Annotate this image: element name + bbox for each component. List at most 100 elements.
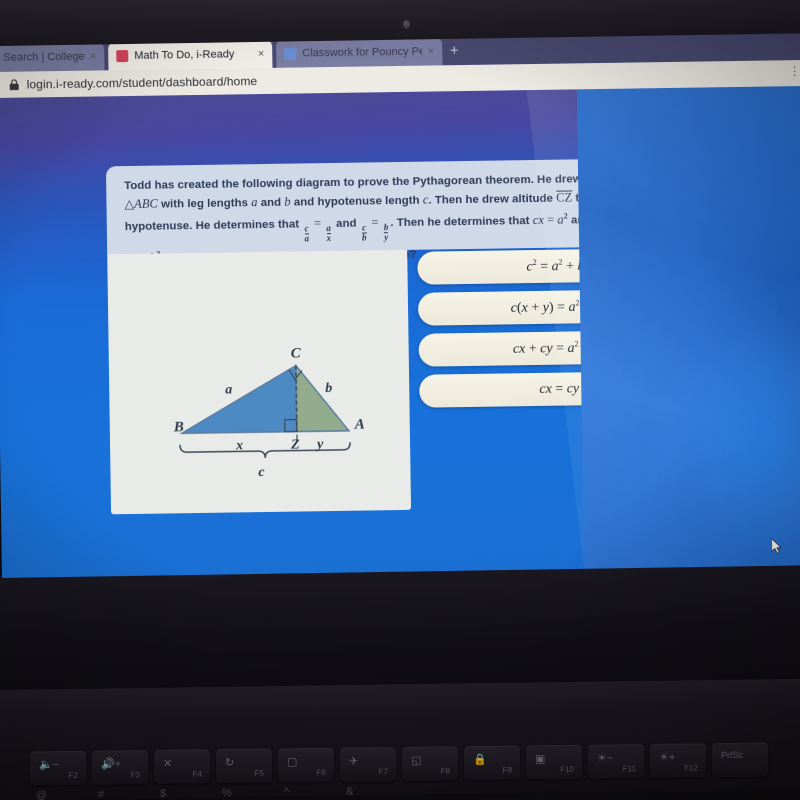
key-f2-label: F2 bbox=[68, 770, 78, 781]
tab-label: Classwork for Pouncy Period 1 bbox=[302, 45, 422, 59]
laptop-photo: n Search | College × Math To Do, i-Ready… bbox=[0, 0, 800, 800]
key-f4-label: F4 bbox=[192, 769, 202, 779]
key-f10-label: F10 bbox=[560, 764, 574, 775]
webcam-icon bbox=[403, 20, 410, 29]
classroom-favicon bbox=[284, 47, 297, 60]
label-vertex-a: A bbox=[354, 417, 365, 433]
key-amp[interactable]: & bbox=[346, 786, 353, 798]
fraction-a-over-x: ax bbox=[326, 222, 332, 243]
answer-choice-4[interactable]: cx = cy bbox=[419, 370, 585, 408]
key-f4[interactable]: ✕ F4 bbox=[154, 749, 210, 784]
chrome-menu-icon[interactable]: ⋮ bbox=[788, 64, 800, 78]
q-l3b: and bbox=[332, 217, 360, 230]
key-f12[interactable]: ☀+ F12 bbox=[650, 743, 706, 778]
key-f8[interactable]: ◱ F8 bbox=[402, 746, 458, 781]
key-f9[interactable]: 🔒 F9 bbox=[464, 745, 520, 781]
laptop-screen: n Search | College × Math To Do, i-Ready… bbox=[0, 25, 800, 583]
key-f11-label: F11 bbox=[622, 764, 636, 774]
answer-choice-1[interactable]: c2 = a2 + b2 bbox=[417, 247, 585, 285]
key-f12-label: F12 bbox=[684, 763, 698, 773]
new-tab-button[interactable]: + bbox=[446, 42, 462, 59]
q-l3c: . Then he determines that bbox=[390, 214, 533, 229]
altitude-cz: CZ bbox=[556, 189, 573, 205]
question-card: Todd has created the following diagram t… bbox=[105, 157, 585, 265]
url-text: login.i-ready.com/student/dashboard/home bbox=[26, 74, 258, 92]
label-segment-y: y bbox=[315, 437, 324, 452]
fraction-b-over-y: by bbox=[383, 221, 389, 243]
label-leg-a: a bbox=[225, 383, 232, 398]
fraction-c-over-b: cb bbox=[361, 222, 367, 243]
brightness-down-icon: ☀− bbox=[597, 752, 614, 765]
key-f3[interactable]: 🔊+ F3 bbox=[92, 750, 148, 785]
key-f8-label: F8 bbox=[440, 766, 450, 776]
brightness-up-icon: ☀+ bbox=[659, 751, 676, 764]
lock-icon bbox=[9, 79, 19, 91]
q-l2a: with leg lengths bbox=[157, 196, 252, 211]
mute-icon: ✕ bbox=[163, 757, 173, 770]
chrome-browser-window: n Search | College × Math To Do, i-Ready… bbox=[0, 25, 800, 583]
equals-1: = bbox=[310, 215, 325, 231]
key-f7[interactable]: ✈ F7 bbox=[340, 747, 396, 782]
mouse-cursor bbox=[771, 538, 783, 554]
answer-choice-list: c2 = a2 + b2 c(x + y) = a2 + b2 cx + cy … bbox=[417, 247, 585, 416]
desktop-wallpaper bbox=[576, 85, 800, 575]
key-hash[interactable]: # bbox=[98, 789, 104, 800]
lock-key-icon: 🔒 bbox=[473, 753, 487, 767]
key-f10[interactable]: ▣ F10 bbox=[526, 744, 582, 780]
diagram-card: B C A a b x Z y c bbox=[107, 249, 412, 515]
abc-label: ABC bbox=[134, 196, 159, 211]
expr-cx: cx bbox=[532, 212, 545, 227]
label-hypotenuse-c: c bbox=[258, 465, 265, 480]
tab-label: Math To Do, i-Ready bbox=[134, 47, 235, 62]
answer-choice-2-label: c(x + y) = a2 + b2 bbox=[510, 298, 584, 316]
key-f6-label: F6 bbox=[316, 767, 326, 778]
q-l3a: hypotenuse. He determines that bbox=[124, 218, 303, 233]
iready-favicon bbox=[116, 49, 129, 62]
label-leg-b: b bbox=[325, 381, 332, 396]
key-f6[interactable]: ▢ F6 bbox=[278, 747, 334, 783]
key-f7-label: F7 bbox=[378, 767, 388, 777]
project-display-icon: ▣ bbox=[535, 753, 546, 766]
answer-choice-1-label: c2 = a2 + b2 bbox=[526, 257, 584, 275]
volume-up-icon: 🔊+ bbox=[101, 758, 122, 771]
tab-close-icon[interactable]: × bbox=[428, 45, 435, 57]
label-vertex-b: B bbox=[173, 419, 184, 435]
display-off-icon: ▢ bbox=[287, 756, 298, 769]
triangle-symbol: △ bbox=[124, 196, 135, 211]
tab-label: n Search | College bbox=[0, 50, 84, 64]
key-f3-label: F3 bbox=[130, 770, 140, 780]
answer-choice-3-label: cx + cy = a2 + b2 bbox=[512, 339, 584, 357]
key-at[interactable]: @ bbox=[36, 789, 47, 800]
q-l2d: . Then he drew altitude bbox=[428, 192, 557, 207]
key-percent[interactable]: % bbox=[222, 787, 232, 799]
prtsc-label: PrtSc bbox=[721, 749, 744, 761]
airplane-mode-icon: ✈ bbox=[349, 755, 359, 768]
key-f11[interactable]: ☀− F11 bbox=[588, 744, 644, 779]
key-f9-label: F9 bbox=[502, 765, 512, 775]
browser-tab-0[interactable]: n Search | College × bbox=[0, 41, 105, 73]
answer-choice-3[interactable]: cx + cy = a2 + b2 bbox=[418, 329, 585, 367]
fraction-c-over-a: ca bbox=[304, 223, 310, 244]
equals-3: = bbox=[543, 212, 558, 227]
label-vertex-c: C bbox=[291, 345, 302, 361]
equals-2: = bbox=[368, 215, 382, 230]
key-f5[interactable]: ↻ F5 bbox=[216, 748, 272, 784]
hypotenuse-brace bbox=[179, 442, 351, 459]
answer-choice-2[interactable]: c(x + y) = a2 + b2 bbox=[417, 288, 585, 326]
q-l2b: and bbox=[257, 196, 285, 209]
pythagorean-diagram: B C A a b x Z y c bbox=[173, 345, 365, 480]
key-f2[interactable]: 🔈− F2 bbox=[30, 750, 86, 786]
refresh-icon: ↻ bbox=[225, 757, 235, 770]
iready-page: Todd has created the following diagram t… bbox=[0, 89, 585, 583]
label-segment-z: Z bbox=[290, 438, 300, 453]
key-dollar[interactable]: $ bbox=[160, 788, 166, 800]
tab-close-icon[interactable]: × bbox=[90, 50, 97, 62]
key-f5-label: F5 bbox=[254, 768, 264, 778]
key-caret[interactable]: ^ bbox=[284, 786, 289, 798]
camera-toggle-icon: ◱ bbox=[411, 754, 422, 767]
q-l2c: and hypotenuse length bbox=[290, 194, 423, 209]
key-prtsc[interactable]: PrtSc bbox=[712, 742, 768, 778]
volume-down-icon: 🔈− bbox=[39, 759, 60, 772]
answer-choice-4-label: cx = cy bbox=[539, 380, 580, 397]
tab-close-icon[interactable]: × bbox=[258, 47, 265, 59]
